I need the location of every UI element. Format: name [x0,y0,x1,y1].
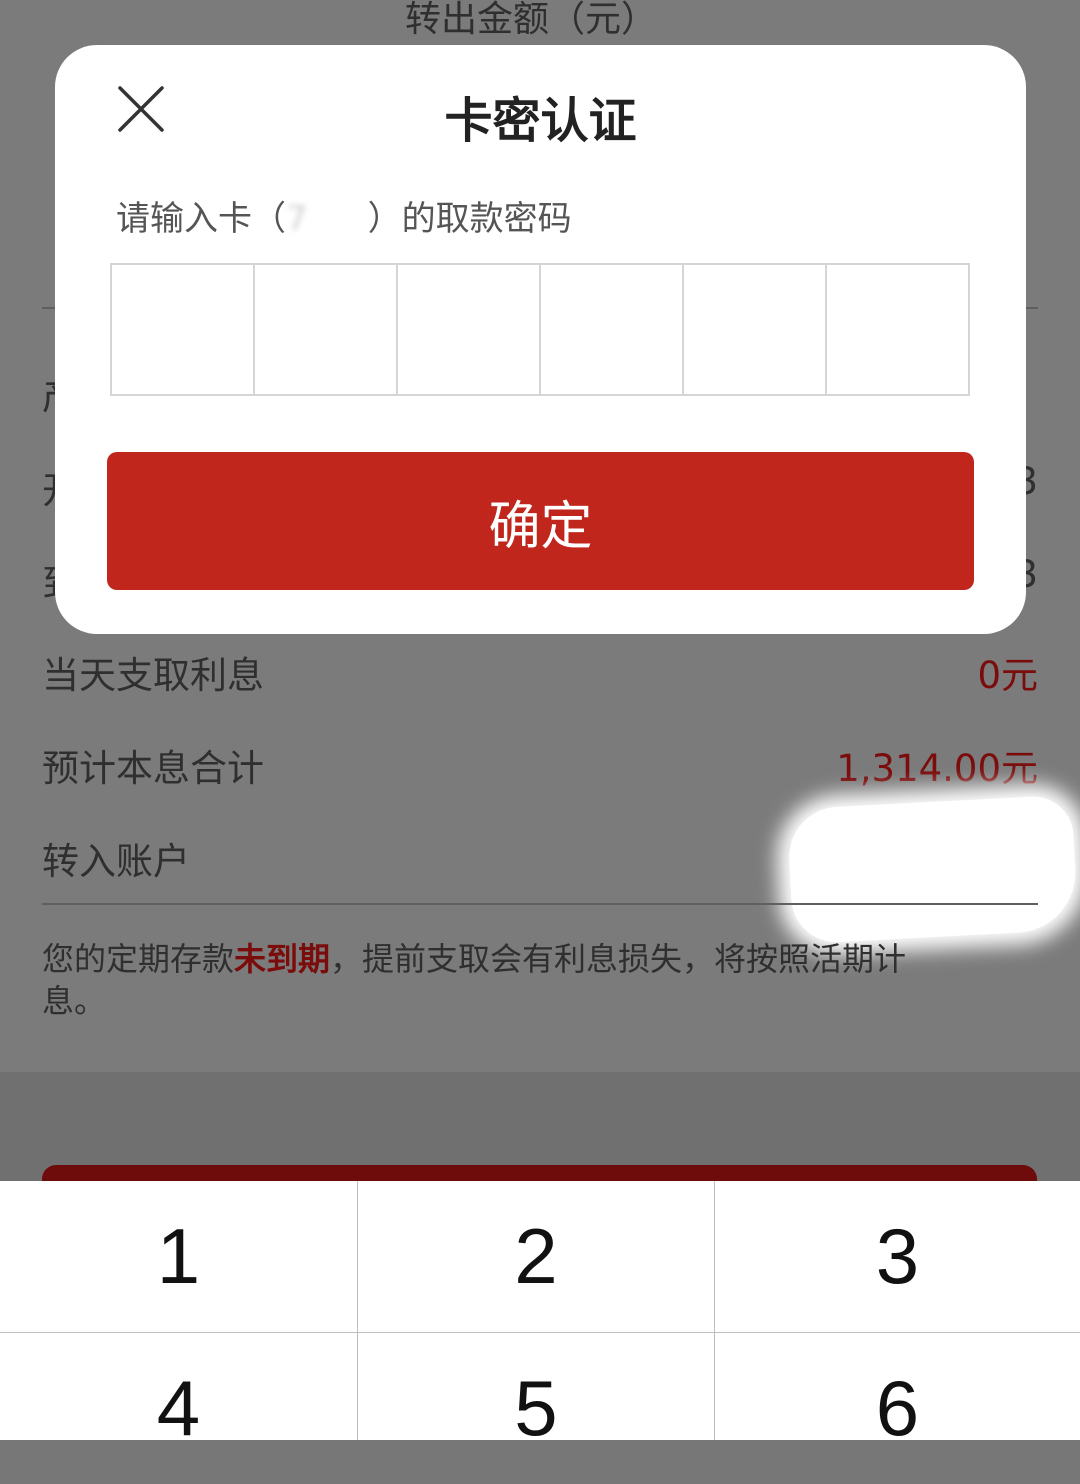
numeric-keypad: 1 2 3 4 5 6 [0,1181,1080,1452]
divider [42,903,1038,905]
card-password-dialog: 卡密认证 请输入卡（7 ）的取款密码 确定 [55,45,1026,634]
notice-suffix: ，提前支取会有利息损失，将按照活期计 [330,940,907,978]
masked-card-number: 7 [286,199,308,239]
key-5[interactable]: 5 [358,1333,714,1484]
key-3[interactable]: 3 [715,1181,1080,1332]
pin-cell[interactable] [255,265,398,394]
notice-prefix: 您的定期存款 [42,940,235,978]
early-withdrawal-notice: 您的定期存款未到期，提前支取会有利息损失，将按照活期计 [42,934,906,980]
row-value-estimated-total: 1,314.00元 [836,747,1038,790]
row-value-same-day-interest: 0元 [977,654,1038,697]
row-label-same-day-interest: 当天支取利息 [42,654,264,697]
pin-cell[interactable] [398,265,541,394]
row-label-destination-account: 转入账户 [42,840,190,883]
key-4[interactable]: 4 [0,1333,357,1484]
pin-cell[interactable] [827,265,968,394]
prompt-suffix: ）的取款密码 [367,199,572,239]
prompt-prefix: 请输入卡（ [116,199,286,239]
pin-cell[interactable] [684,265,827,394]
pin-cell[interactable] [541,265,684,394]
key-6[interactable]: 6 [715,1333,1080,1484]
confirm-button[interactable]: 确定 [107,452,974,590]
notice-highlight: 未到期 [234,940,331,978]
pin-input[interactable] [110,263,970,396]
pin-cell[interactable] [112,265,255,394]
dialog-title: 卡密认证 [444,93,637,149]
transfer-amount-label: 转出金额（元） [405,0,658,40]
notice-line2: 息。 [42,982,107,1020]
redaction-patch [786,794,1079,945]
key-1[interactable]: 1 [0,1181,357,1332]
password-prompt: 请输入卡（7 ）的取款密码 [116,191,572,240]
row-label-estimated-total: 预计本息合计 [42,747,264,790]
key-2[interactable]: 2 [358,1181,714,1332]
